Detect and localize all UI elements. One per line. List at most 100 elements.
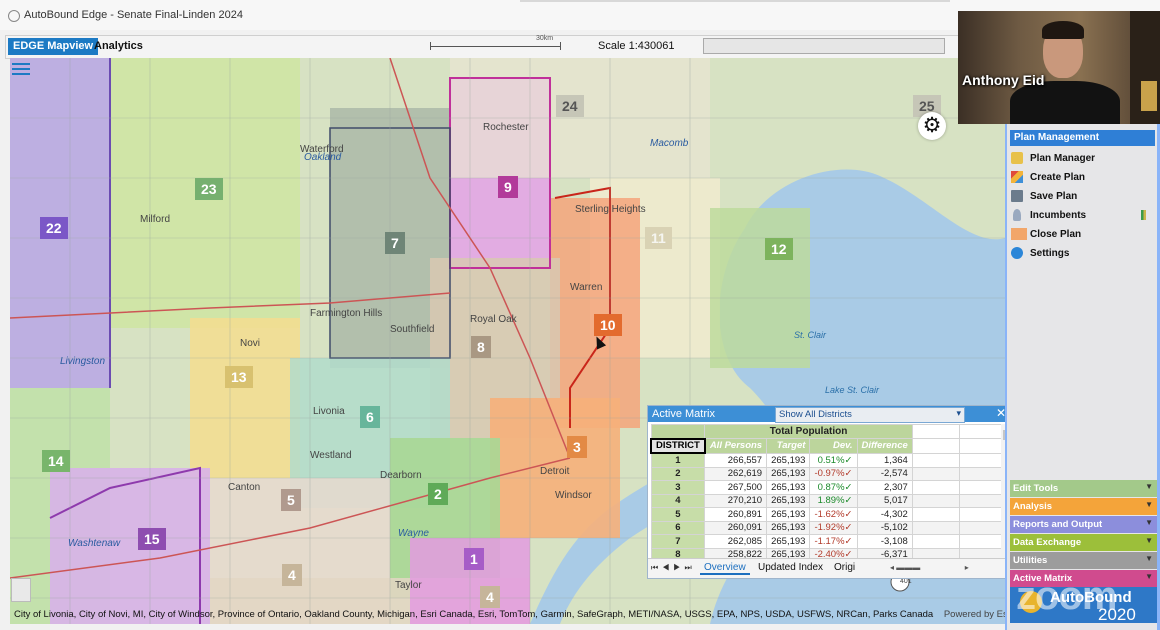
cell-district: 4 <box>650 493 706 508</box>
table-row[interactable]: 1 266,557 265,193 0.51%✓ 1,364 <box>650 452 1012 468</box>
cell-target: 265,193 <box>766 452 811 468</box>
district-label-8[interactable]: 8 <box>471 336 491 358</box>
gear-icon[interactable]: ⚙ <box>918 112 946 140</box>
col-header-all-persons[interactable]: All Persons <box>704 438 768 454</box>
place-canton: Canton <box>228 482 261 493</box>
cell-dev: -0.97%✓ <box>809 466 858 481</box>
incumbents-button[interactable]: Incumbents <box>1010 207 1156 224</box>
sheet-nav-arrows-icon[interactable]: ⏮◀▶⏭ <box>651 563 696 573</box>
menu-icon[interactable] <box>12 60 30 76</box>
place-warren: Warren <box>570 282 603 293</box>
col-header-dev[interactable]: Dev. <box>809 438 858 454</box>
section-reports-output[interactable]: Reports and Output ▼ <box>1010 516 1157 533</box>
create-plan-icon <box>1011 171 1023 183</box>
district-label-1[interactable]: 1 <box>464 548 484 570</box>
cell-target: 265,193 <box>766 493 811 508</box>
district-12-area <box>710 208 810 368</box>
table-row[interactable]: 6 260,091 265,193 -1.92%✓ -5,102 <box>650 520 1012 535</box>
matrix-horizontal-scrollbar[interactable]: ◂ ▬▬▬ ▸ <box>890 563 1002 573</box>
district-label-15[interactable]: 15 <box>138 528 166 550</box>
cell-district: 5 <box>650 507 706 522</box>
save-plan-button[interactable]: Save Plan <box>1010 188 1156 205</box>
cell-district: 2 <box>650 466 706 481</box>
basemap-toggle-icon[interactable] <box>11 578 31 602</box>
chevron-down-icon: ▼ <box>1145 572 1153 581</box>
district-label-4a[interactable]: 4 <box>282 564 302 586</box>
cell-dev: -1.92%✓ <box>809 520 858 535</box>
section-edit-tools[interactable]: Edit Tools ▼ <box>1010 480 1157 497</box>
table-row[interactable]: 5 260,891 265,193 -1.62%✓ -4,302 <box>650 507 1012 522</box>
cell-difference: -4,302 <box>856 507 913 522</box>
table-row[interactable]: 4 270,210 265,193 1.89%✓ 5,017 <box>650 493 1012 508</box>
scale-bar-tick-right <box>560 42 561 50</box>
district-label-23[interactable]: 23 <box>195 178 223 200</box>
incumbents-status-icon <box>1141 210 1146 220</box>
tab-edge-mapview[interactable]: EDGE Mapview <box>8 38 99 55</box>
table-row[interactable]: 3 267,500 265,193 0.87%✓ 2,307 <box>650 480 1012 495</box>
section-utilities-label: Utilities <box>1013 555 1048 566</box>
place-livonia: Livonia <box>313 406 345 417</box>
col-header-district[interactable]: DISTRICT <box>650 437 706 454</box>
close-plan-icon <box>1011 228 1027 240</box>
video-person-hair <box>1042 21 1084 39</box>
district-label-24[interactable]: 24 <box>556 95 584 117</box>
col-header-difference[interactable]: Difference <box>856 438 913 454</box>
tab-original[interactable]: Origi <box>834 562 855 573</box>
district-label-2[interactable]: 2 <box>428 483 448 505</box>
tab-analytics[interactable]: Analytics <box>94 38 143 55</box>
section-data-exchange[interactable]: Data Exchange ▼ <box>1010 534 1157 551</box>
chevron-down-icon[interactable]: ▾ <box>956 408 961 419</box>
search-box[interactable] <box>703 38 945 54</box>
district-label-13[interactable]: 13 <box>225 366 253 388</box>
chevron-down-icon: ▼ <box>1145 482 1153 491</box>
tab-overview[interactable]: Overview <box>700 562 750 575</box>
section-edit-tools-label: Edit Tools <box>1013 483 1059 494</box>
district-label-6[interactable]: 6 <box>360 406 380 428</box>
district-label-14[interactable]: 14 <box>42 450 70 472</box>
place-oakland: Oakland <box>304 152 342 163</box>
district-label-22[interactable]: 22 <box>40 217 68 239</box>
plan-management-header[interactable]: Plan Management <box>1010 130 1155 146</box>
table-row[interactable]: 7 262,085 265,193 -1.17%✓ -3,108 <box>650 534 1012 549</box>
section-utilities[interactable]: Utilities ▼ <box>1010 552 1157 569</box>
cell-difference: 5,017 <box>856 493 913 508</box>
water-st-clair: St. Clair <box>794 330 827 340</box>
district-label-11[interactable]: 11 <box>645 227 672 249</box>
district-label-10[interactable]: 10 <box>594 314 622 336</box>
active-matrix-panel[interactable]: Active Matrix Show All Districts ▾ ✕ Tot… <box>647 405 1012 579</box>
chevron-down-icon: ▼ <box>1145 518 1153 527</box>
settings-label: Settings <box>1030 248 1070 259</box>
water-lake-st-clair: Lake St. Clair <box>825 385 880 395</box>
place-milford: Milford <box>140 214 171 225</box>
settings-button[interactable]: Settings <box>1010 245 1156 262</box>
place-detroit: Detroit <box>540 466 570 477</box>
district-label-4b[interactable]: 4 <box>480 586 500 608</box>
table-row[interactable]: 2 262,619 265,193 -0.97%✓ -2,574 <box>650 466 1012 481</box>
titlebar-divider <box>520 0 950 2</box>
district-label-7[interactable]: 7 <box>385 232 405 254</box>
district-filter-select[interactable]: Show All Districts ▾ <box>775 407 965 423</box>
active-matrix-header: Active Matrix Show All Districts ▾ ✕ <box>648 406 1011 423</box>
section-analysis[interactable]: Analysis ▼ <box>1010 498 1157 515</box>
powered-by-esri: Powered by Esri <box>943 609 1005 620</box>
district-label-9[interactable]: 9 <box>498 176 518 198</box>
place-taylor: Taylor <box>395 580 422 591</box>
cell-difference: 1,364 <box>856 452 913 468</box>
create-plan-button[interactable]: Create Plan <box>1010 169 1156 186</box>
district-label-3[interactable]: 3 <box>567 436 587 458</box>
map-toolbar: EDGE Mapview Analytics 30km Scale 1:4300… <box>5 35 1005 59</box>
scale-bar-line <box>430 46 560 47</box>
district-label-5[interactable]: 5 <box>281 489 301 511</box>
window-title: AutoBound Edge - Senate Final-Linden 202… <box>24 9 243 21</box>
place-wayne: Wayne <box>398 528 429 539</box>
col-header-target[interactable]: Target <box>766 438 811 454</box>
district-10-area <box>550 198 640 428</box>
plan-management-panel: Plan Management Plan Manager Create Plan… <box>1005 124 1160 630</box>
tab-updated-index[interactable]: Updated Index <box>758 562 823 573</box>
district-label-12[interactable]: 12 <box>765 238 793 260</box>
population-table: Total Population DISTRICT All Persons Ta… <box>650 424 1012 562</box>
plan-panel-body: Plan Management Plan Manager Create Plan… <box>1007 124 1157 630</box>
plan-manager-button[interactable]: Plan Manager <box>1010 150 1156 167</box>
matrix-tab-bar: ⏮◀▶⏭ Overview Updated Index Origi ◂ ▬▬▬ … <box>648 558 1011 578</box>
close-plan-button[interactable]: Close Plan <box>1010 226 1156 243</box>
